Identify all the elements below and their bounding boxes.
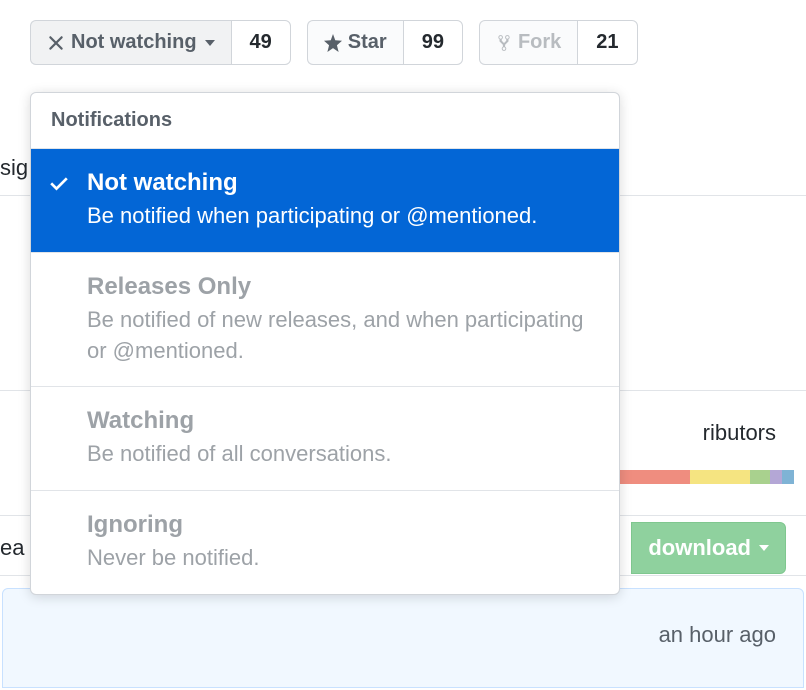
x-icon (47, 34, 65, 52)
fork-icon (496, 34, 512, 52)
star-count[interactable]: 99 (403, 20, 463, 65)
repo-actions-toolbar: Not watching 49 Star 99 Fork 21 (0, 0, 806, 85)
dropdown-item-releases-only[interactable]: Releases Only Be notified of new release… (31, 253, 619, 388)
dropdown-item-title: Watching (87, 407, 595, 435)
caret-down-icon (205, 40, 215, 46)
dropdown-header: Notifications (31, 93, 619, 149)
lang-segment (782, 470, 794, 484)
lang-segment (750, 470, 770, 484)
watch-group: Not watching 49 (30, 20, 291, 65)
lang-segment (690, 470, 750, 484)
dropdown-item-title: Releases Only (87, 273, 595, 301)
dropdown-item-ignoring[interactable]: Ignoring Never be notified. (31, 491, 619, 594)
dropdown-item-title: Not watching (87, 169, 595, 197)
fork-group: Fork 21 (479, 20, 638, 65)
fork-label: Fork (518, 31, 561, 54)
partial-text: sig (0, 155, 28, 181)
dropdown-item-not-watching[interactable]: Not watching Be notified when participat… (31, 149, 619, 253)
dropdown-item-desc: Be notified when participating or @menti… (87, 201, 595, 232)
contributors-text: ributors (703, 420, 776, 446)
dropdown-item-watching[interactable]: Watching Be notified of all conversation… (31, 387, 619, 491)
dropdown-item-title: Ignoring (87, 511, 595, 539)
star-icon (324, 34, 342, 52)
star-label: Star (348, 31, 387, 54)
download-label: download (648, 535, 751, 561)
lang-segment (770, 470, 782, 484)
watch-label: Not watching (71, 31, 197, 54)
download-button[interactable]: download (631, 522, 786, 574)
lang-segment (620, 470, 690, 484)
notifications-dropdown: Notifications Not watching Be notified w… (30, 92, 620, 595)
fork-count[interactable]: 21 (577, 20, 637, 65)
dropdown-item-desc: Be notified of new releases, and when pa… (87, 305, 595, 367)
time-ago-text: an hour ago (659, 622, 776, 648)
dropdown-item-desc: Be notified of all conversations. (87, 439, 595, 470)
watch-count[interactable]: 49 (231, 20, 291, 65)
partial-text: ea (0, 535, 24, 561)
watch-button[interactable]: Not watching (30, 20, 231, 65)
star-group: Star 99 (307, 20, 463, 65)
star-button[interactable]: Star (307, 20, 403, 65)
dropdown-item-desc: Never be notified. (87, 543, 595, 574)
language-bar (620, 470, 806, 484)
caret-down-icon (759, 545, 769, 551)
check-icon (49, 173, 69, 198)
fork-button[interactable]: Fork (479, 20, 577, 65)
